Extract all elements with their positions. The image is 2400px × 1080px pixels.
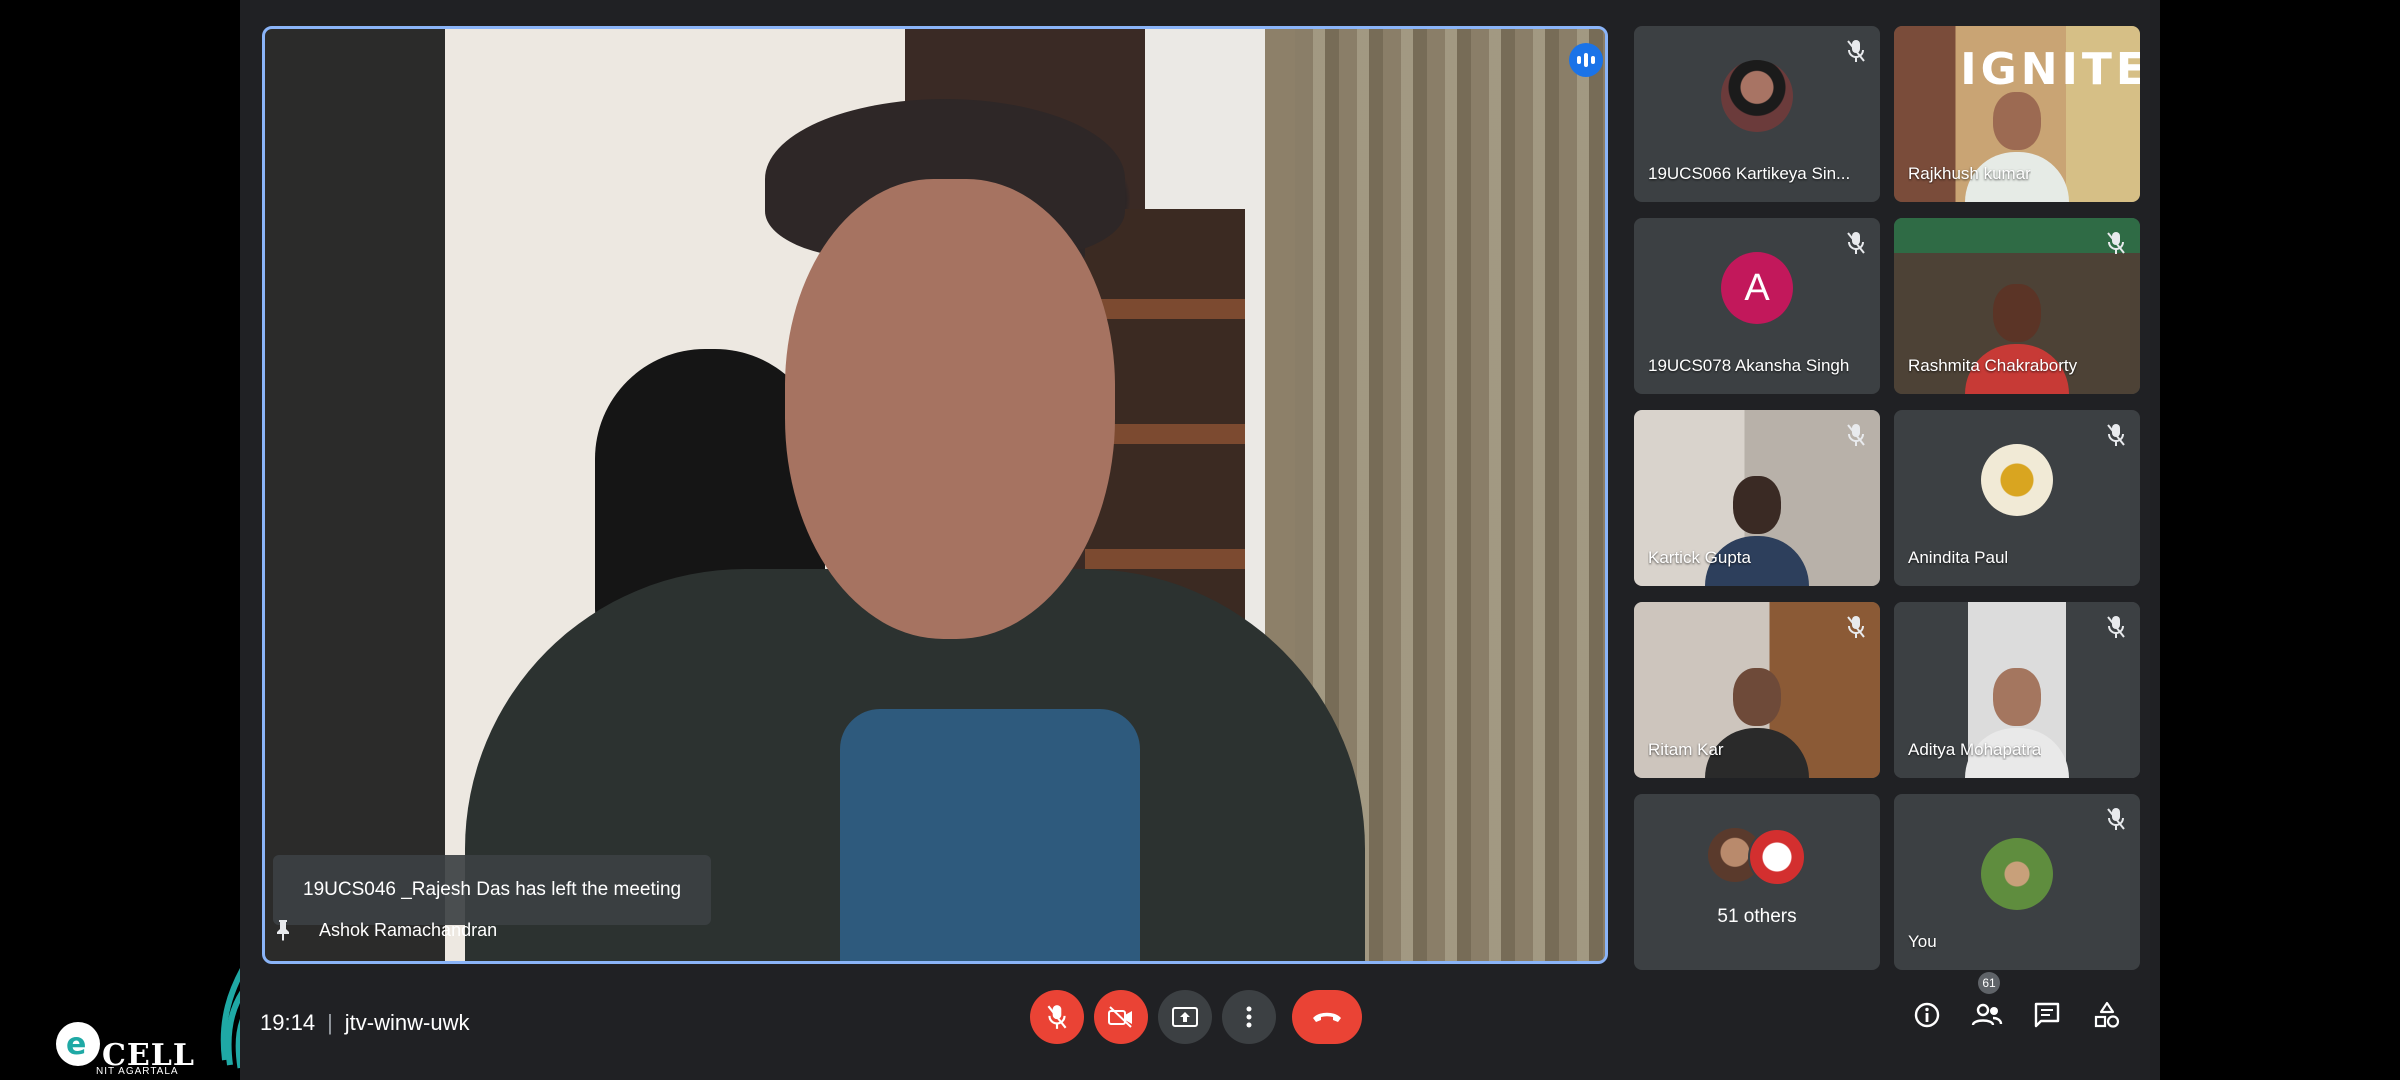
- meeting-info: 19:14 | jtv-winw-uwk: [260, 1010, 470, 1035]
- participant-name: You: [1908, 932, 1937, 951]
- participant-tile[interactable]: IGNITE Rajkhush kumar: [1894, 26, 2140, 202]
- participant-tile[interactable]: A 19UCS078 Akansha Singh: [1634, 218, 1880, 394]
- others-tile[interactable]: 51 others: [1634, 794, 1880, 970]
- present-screen-icon: [1172, 1007, 1198, 1027]
- participant-figure: [1957, 658, 2077, 778]
- participant-tile[interactable]: Kartick Gupta: [1634, 410, 1880, 586]
- left-meeting-notification: 19UCS046 _Rajesh Das has left the meetin…: [273, 855, 712, 925]
- meet-window: 19UCS046 _Rajesh Das has left the meetin…: [240, 0, 2160, 1080]
- self-tile[interactable]: You: [1894, 794, 2140, 970]
- participant-name: Rajkhush kumar: [1908, 164, 2031, 183]
- avatar-letter: A: [1721, 252, 1793, 324]
- svg-text:e: e: [66, 1027, 86, 1062]
- participant-figure: [1957, 82, 2077, 202]
- people-icon: [1971, 1003, 2003, 1026]
- activities-icon: [2094, 1001, 2120, 1028]
- participant-name: Ritam Kar: [1648, 740, 1724, 759]
- avatar: [1748, 828, 1806, 886]
- participant-name: Kartick Gupta: [1648, 548, 1751, 567]
- mic-off-icon: [2107, 424, 2125, 446]
- speaker-face: [785, 179, 1115, 639]
- camera-toggle-button[interactable]: [1094, 990, 1148, 1044]
- end-call-button[interactable]: [1292, 990, 1362, 1044]
- main-speaker-tile[interactable]: 19UCS046 _Rajesh Das has left the meetin…: [262, 26, 1608, 964]
- mic-off-icon: [1847, 424, 1865, 446]
- participant-tile[interactable]: Rashmita Chakraborty: [1894, 218, 2140, 394]
- info-icon: [1914, 1002, 1940, 1028]
- people-button[interactable]: [1970, 998, 2004, 1032]
- more-options-button[interactable]: [1222, 990, 1276, 1044]
- participant-figure: [1697, 466, 1817, 586]
- mic-off-icon: [2107, 616, 2125, 638]
- pin-icon[interactable]: [275, 919, 291, 941]
- mic-off-icon: [1847, 40, 1865, 62]
- chat-button[interactable]: [2030, 998, 2064, 1032]
- participant-name: Anindita Paul: [1908, 548, 2009, 567]
- others-avatars: [1708, 828, 1808, 886]
- ecell-subtitle: NIT AGARTALA: [96, 1066, 179, 1077]
- speaking-indicator-icon: [1569, 43, 1603, 77]
- camera-off-icon: [1108, 1006, 1132, 1028]
- mic-off-icon: [1047, 1005, 1067, 1029]
- mic-off-icon: [2107, 808, 2125, 830]
- participant-tile[interactable]: Aditya Mohapatra: [1894, 602, 2140, 778]
- mic-toggle-button[interactable]: [1030, 990, 1084, 1044]
- chat-icon: [2034, 1002, 2060, 1028]
- present-button[interactable]: [1158, 990, 1212, 1044]
- meeting-code: jtv-winw-uwk: [344, 1010, 470, 1035]
- participant-name: Aditya Mohapatra: [1908, 740, 2042, 759]
- avatar: [1721, 60, 1793, 132]
- avatar: [1981, 838, 2053, 910]
- participant-name: Rashmita Chakraborty: [1908, 356, 2078, 375]
- avatar: [1981, 444, 2053, 516]
- mic-off-icon: [2107, 232, 2125, 254]
- participant-figure: [1697, 658, 1817, 778]
- participant-tile[interactable]: Ritam Kar: [1634, 602, 1880, 778]
- activities-button[interactable]: [2090, 998, 2124, 1032]
- participant-tile[interactable]: Anindita Paul: [1894, 410, 2140, 586]
- participant-name: 19UCS066 Kartikeya Sin...: [1648, 164, 1851, 183]
- current-time: 19:14: [260, 1010, 316, 1035]
- mic-off-icon: [1847, 616, 1865, 638]
- bottom-control-bar: 19:14 | jtv-winw-uwk 61: [240, 970, 2160, 1080]
- mic-off-icon: [1847, 232, 1865, 254]
- participant-name: 19UCS078 Akansha Singh: [1648, 356, 1850, 375]
- others-count: 51 others: [1717, 906, 1797, 927]
- participant-figure: [1957, 274, 2077, 394]
- main-speaker-name: Ashok Ramachandran: [319, 920, 498, 940]
- ignite-logo: IGNITE: [1960, 44, 2140, 95]
- more-vert-icon: [1246, 1006, 1252, 1028]
- participant-tile[interactable]: 19UCS066 Kartikeya Sin...: [1634, 26, 1880, 202]
- phone-hangup-icon: [1313, 1012, 1341, 1022]
- people-count-badge: 61: [1978, 972, 2000, 994]
- meeting-details-button[interactable]: [1910, 998, 1944, 1032]
- speaker-shirt: [840, 709, 1140, 961]
